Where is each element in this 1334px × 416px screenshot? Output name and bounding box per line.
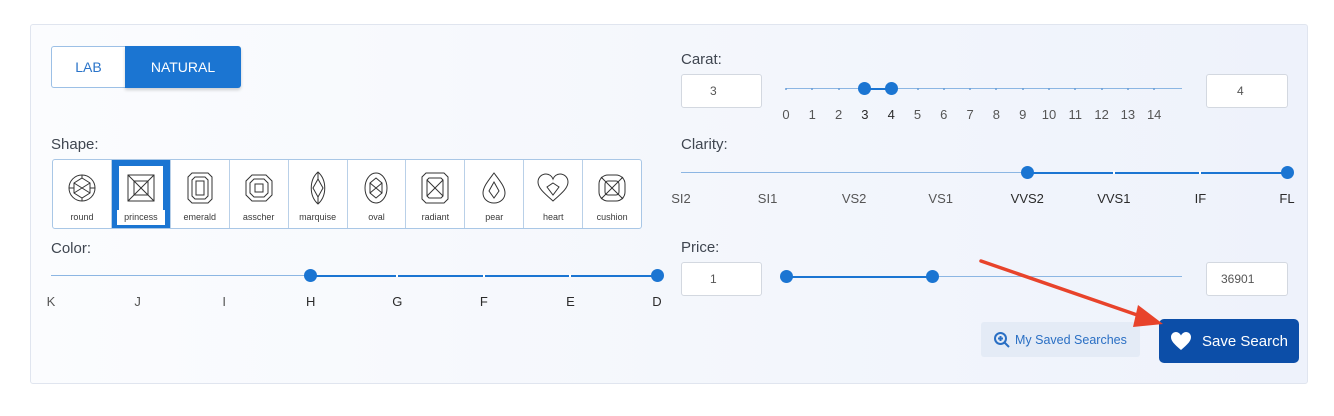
price-min-input[interactable]: 1 [681, 262, 762, 296]
radiant-diamond-icon [415, 166, 456, 210]
save-search-button[interactable]: Save Search [1159, 319, 1299, 363]
shape-name: asscher [242, 212, 275, 222]
color-segment-gap [569, 274, 572, 277]
price-label: Price: [681, 239, 720, 256]
clarity-tick-label: SI1 [757, 191, 778, 206]
shape-asscher[interactable]: asscher [230, 160, 289, 228]
carat-tick [916, 87, 919, 90]
shape-name: cushion [596, 212, 628, 222]
color-segment-gap [482, 274, 485, 277]
clarity-segment-gap [1199, 171, 1202, 174]
princess-diamond-icon [118, 166, 163, 210]
price-max-handle[interactable] [926, 270, 940, 283]
carat-tick [1153, 87, 1156, 90]
clarity-tick-label: VS2 [841, 191, 867, 206]
shape-marquise[interactable]: marquise [289, 160, 348, 228]
save-search-label: Save Search [1202, 332, 1288, 350]
carat-max-handle[interactable] [884, 82, 898, 95]
carat-min-input[interactable]: 3 [681, 74, 762, 108]
carat-tick [969, 87, 972, 90]
clarity-tick-label: VVS1 [1097, 191, 1131, 206]
shape-name: pear [485, 212, 504, 222]
shape-name: oval [368, 212, 385, 222]
clarity-segment-gap [1112, 171, 1115, 174]
annotation-arrow [979, 259, 1163, 327]
shape-name: marquise [299, 212, 337, 222]
clarity-tick-label: VVS2 [1010, 191, 1044, 206]
clarity-tick-label: SI2 [671, 191, 691, 206]
asscher-diamond-icon [238, 166, 279, 210]
color-tick-label: J [134, 294, 141, 309]
color-tick-label: E [566, 294, 575, 309]
clarity-max-handle[interactable] [1280, 166, 1294, 179]
round-diamond-icon [61, 166, 102, 210]
clarity-min-handle[interactable] [1020, 166, 1034, 179]
carat-tick [1048, 87, 1050, 90]
carat-tick [785, 87, 787, 90]
shape-name: emerald [183, 212, 217, 222]
carat-tick [1100, 87, 1103, 90]
clarity-tick-label: FL [1279, 191, 1295, 206]
carat-tick [1021, 87, 1024, 90]
clarity-label: Clarity: [681, 136, 728, 153]
heart-diamond-icon [533, 166, 574, 210]
shape-selector: round princess emerald asscher marquise … [52, 159, 642, 229]
carat-tick [1126, 87, 1129, 90]
pear-diamond-icon [474, 166, 515, 210]
clarity-selected-range [1027, 171, 1287, 174]
carat-tick [837, 87, 840, 90]
color-tick-label: F [479, 294, 488, 309]
shape-emerald[interactable]: emerald [171, 160, 230, 228]
natural-toggle-button[interactable]: NATURAL [125, 46, 241, 88]
clarity-tick-label: VS1 [928, 191, 953, 206]
shape-label: Shape: [51, 136, 99, 153]
color-segment-gap [396, 274, 399, 277]
color-max-handle[interactable] [650, 269, 664, 282]
emerald-diamond-icon [179, 166, 220, 210]
shape-name: princess [116, 210, 165, 225]
shape-name: radiant [421, 212, 450, 222]
shape-name: heart [542, 212, 564, 222]
shape-princess[interactable]: princess [111, 160, 171, 228]
clarity-tick-label: IF [1194, 191, 1207, 206]
color-tick-label: I [222, 294, 226, 309]
color-label: Color: [51, 240, 92, 257]
shape-heart[interactable]: heart [524, 160, 584, 228]
diamond-type-toggle: LAB NATURAL [51, 46, 241, 88]
lab-toggle-button[interactable]: LAB [51, 46, 125, 88]
shape-round[interactable]: round [53, 160, 112, 228]
shape-pear[interactable]: pear [465, 160, 525, 228]
carat-track [786, 88, 1182, 89]
shape-oval[interactable]: oval [348, 160, 407, 228]
shape-cushion[interactable]: cushion [583, 160, 641, 228]
price-max-input[interactable]: 36901 [1206, 262, 1288, 296]
price-selected-range [786, 275, 933, 278]
price-min-handle[interactable] [779, 270, 793, 283]
color-tick-label: D [652, 294, 662, 309]
carat-tick [942, 87, 945, 90]
color-tick-label: G [392, 294, 403, 309]
shape-radiant[interactable]: radiant [406, 160, 466, 228]
cushion-diamond-icon [592, 166, 633, 210]
carat-label: Carat: [681, 51, 722, 68]
marquise-diamond-icon [297, 166, 338, 210]
color-tick-label: K [46, 294, 56, 309]
color-tick-label: H [306, 294, 316, 309]
shape-name: round [70, 212, 94, 222]
oval-diamond-icon [356, 166, 397, 210]
carat-max-input[interactable]: 4 [1206, 74, 1288, 108]
carat-tick-label: 14 [1146, 107, 1162, 122]
